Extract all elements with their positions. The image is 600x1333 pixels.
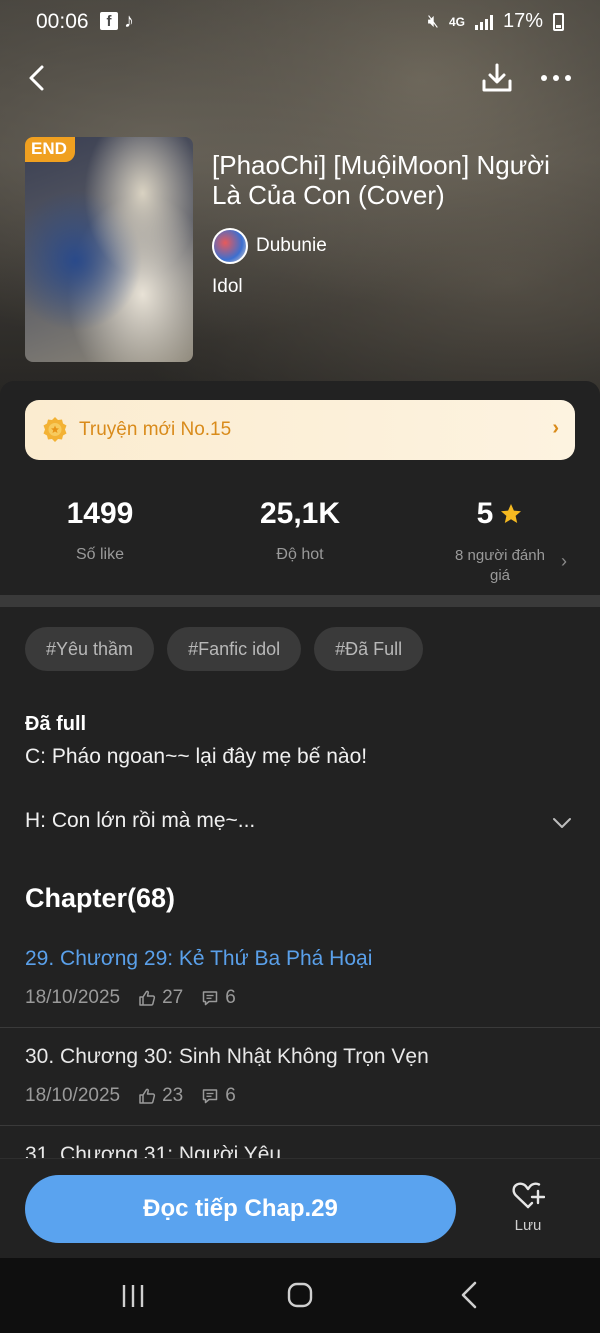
home-icon[interactable] <box>287 1282 313 1308</box>
story-category: Idol <box>212 276 243 297</box>
tiktok-icon: ♪ <box>124 10 134 32</box>
stat-likes: 1499 Số like <box>0 494 200 564</box>
mute-icon: 🔇︎ <box>427 11 439 31</box>
chevron-down-icon[interactable] <box>550 811 574 835</box>
status-indicators: 🔇︎ 4G 17% <box>428 10 564 33</box>
chapter-title: 29. Chương 29: Kẻ Thứ Ba Phá Hoại <box>25 947 373 970</box>
stat-rating[interactable]: 5 8 người đánh giá <box>400 494 600 586</box>
status-bar: 00:06 f ♪ 🔇︎ 4G 17% <box>0 0 600 46</box>
chapter-comments: 6 <box>225 987 236 1008</box>
rating-chevron-icon[interactable]: › <box>561 551 567 572</box>
chapter-comments: 6 <box>225 1085 236 1106</box>
chapter-likes: 23 <box>162 1085 184 1106</box>
stats-row: 1499 Số like 25,1K Độ hot 5 8 người đánh… <box>0 494 600 584</box>
chapter-date: 18/10/2025 <box>25 1085 121 1106</box>
stat-hot: 25,1K Độ hot <box>200 494 400 564</box>
network-label: 4G <box>448 14 465 29</box>
status-time: 00:06 <box>36 10 89 33</box>
tag-chip[interactable]: #Yêu thầm <box>25 627 155 671</box>
rating-value: 5 <box>476 497 494 530</box>
recents-icon[interactable] <box>120 1283 146 1309</box>
continue-reading-button[interactable]: Đọc tiếp Chap.29 <box>25 1175 456 1243</box>
chapter-title: 30. Chương 30: Sinh Nhật Không Trọn Vẹn <box>25 1045 429 1068</box>
system-nav-bar <box>0 1258 600 1333</box>
author-link[interactable]: Dubunie <box>212 228 327 264</box>
chapter-meta: 18/10/2025 23 6 <box>25 1085 236 1107</box>
facebook-icon: f <box>100 12 118 30</box>
chapter-item[interactable]: 29. Chương 29: Kẻ Thứ Ba Phá Hoại 18/10/… <box>0 947 600 1045</box>
section-divider <box>0 595 600 607</box>
bottom-action-bar: Đọc tiếp Chap.29 Lưu <box>0 1158 600 1258</box>
avatar <box>212 228 248 264</box>
rank-text: Truyện mới No.15 <box>79 419 232 440</box>
hot-value: 25,1K <box>259 497 341 530</box>
story-cover[interactable]: END <box>25 137 193 362</box>
chapter-heading: Chapter(68) <box>25 883 176 913</box>
description-status: Đã full <box>25 713 87 735</box>
description-line: H: Con lớn rồi mà mẹ~... <box>25 809 256 832</box>
rating-label: 8 người đánh giá <box>455 547 545 584</box>
back-icon[interactable] <box>22 63 52 93</box>
medal-icon <box>43 417 67 442</box>
description-line: C: Pháo ngoan~~ lại đây mẹ bế nào! <box>25 745 368 768</box>
save-button[interactable]: Lưu <box>492 1179 564 1245</box>
tag-list: #Yêu thầm #Fanfic idol #Đã Full <box>25 627 424 671</box>
story-title: [PhaoChi] [MuộiMoon] Người Là Của Con (C… <box>212 150 550 210</box>
tag-chip[interactable]: #Fanfic idol <box>167 627 302 671</box>
rating-value-row: 5 <box>400 494 600 534</box>
likes-value: 1499 <box>66 497 134 530</box>
chapter-date: 18/10/2025 <box>25 987 121 1008</box>
like-icon <box>139 990 156 1006</box>
nav-back-icon[interactable] <box>458 1281 480 1309</box>
chevron-right-icon: › <box>552 417 559 439</box>
more-icon[interactable] <box>538 63 574 93</box>
star-icon <box>501 504 522 523</box>
comment-icon <box>202 991 218 1006</box>
top-action-bar <box>0 55 600 105</box>
tag-chip[interactable]: #Đã Full <box>314 627 424 671</box>
author-name: Dubunie <box>256 235 327 256</box>
heart-plus-icon <box>512 1182 545 1209</box>
chapter-likes: 27 <box>162 987 184 1008</box>
signal-icon <box>474 14 493 30</box>
row-divider <box>0 1125 600 1126</box>
like-icon <box>139 1088 156 1104</box>
likes-label: Số like <box>75 546 125 563</box>
row-divider <box>0 1027 600 1028</box>
battery-text: 17% <box>502 10 543 32</box>
battery-icon <box>553 12 564 31</box>
chapter-item[interactable]: 30. Chương 30: Sinh Nhật Không Trọn Vẹn … <box>0 1045 600 1143</box>
chapter-meta: 18/10/2025 27 6 <box>25 987 236 1009</box>
end-badge: END <box>25 137 75 162</box>
rank-banner[interactable]: Truyện mới No.15 › <box>25 400 575 460</box>
hot-label: Độ hot <box>276 546 324 563</box>
download-icon[interactable] <box>480 61 514 95</box>
comment-icon <box>202 1089 218 1104</box>
save-label: Lưu <box>514 1217 542 1234</box>
